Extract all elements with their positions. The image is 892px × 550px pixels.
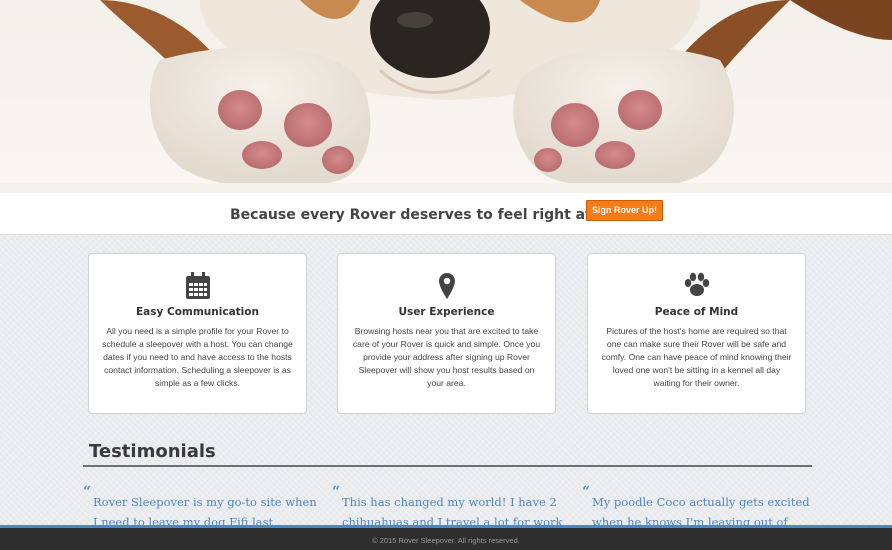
tagline-bar: Because every Rover deserves to feel rig… — [0, 193, 892, 235]
feature-card-peace-of-mind: Peace of Mind Pictures of the host's hom… — [587, 253, 806, 414]
paw-icon — [684, 272, 709, 296]
feature-description: Browsing hosts near you that are excited… — [352, 326, 541, 388]
map-pin-icon — [438, 273, 455, 299]
testimonials-divider — [83, 465, 812, 467]
testimonials-heading: Testimonials — [89, 441, 216, 462]
feature-title: Easy Communication — [136, 306, 259, 318]
feature-card-easy-communication: Easy Communication All you need is a sim… — [88, 253, 307, 414]
copyright-text: © 2015 Rover Sleepover. All rights reser… — [372, 536, 520, 545]
quote-mark-icon: “ — [582, 484, 591, 500]
feature-description: All you need is a simple profile for you… — [102, 326, 293, 388]
feature-description: Pictures of the host's home are required… — [601, 326, 792, 388]
quote-mark-icon: “ — [332, 484, 341, 500]
quote-mark-icon: “ — [83, 484, 92, 500]
puppy-paws-illustration — [0, 0, 892, 193]
footer: © 2015 Rover Sleepover. All rights reser… — [0, 525, 892, 550]
feature-title: Peace of Mind — [654, 306, 739, 318]
feature-card-user-experience: User Experience Browsing hosts near you … — [337, 253, 556, 414]
hero-image — [0, 0, 892, 193]
feature-title: User Experience — [398, 306, 495, 318]
sign-rover-up-button[interactable]: Sign Rover Up! — [586, 200, 663, 221]
calendar-icon — [185, 272, 210, 299]
tagline-text: Because every Rover deserves to feel rig… — [230, 207, 646, 223]
